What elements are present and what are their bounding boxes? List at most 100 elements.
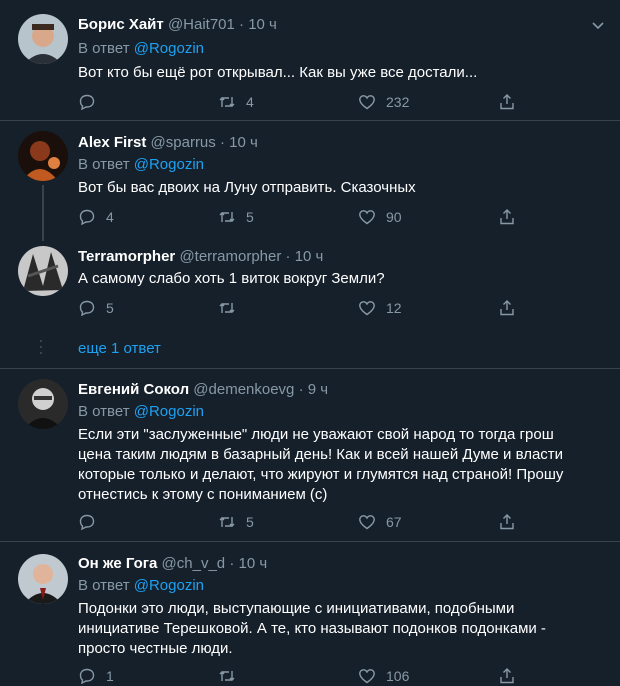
share-button[interactable] <box>498 92 526 112</box>
user-handle[interactable]: @ch_v_d <box>162 555 226 572</box>
tweet-5[interactable]: Он же Гога @ch_v_d · 10 ч В ответ @Rogoz… <box>0 542 620 685</box>
reply-count: 1 <box>106 668 114 684</box>
like-button[interactable]: 12 <box>358 298 402 318</box>
like-button[interactable]: 90 <box>358 207 402 227</box>
retweet-count: 5 <box>246 514 254 530</box>
comment-bubble-icon <box>79 300 95 317</box>
retweet-icon <box>219 97 235 107</box>
user-handle[interactable]: @Hait701 <box>168 16 235 33</box>
timestamp[interactable]: · 10 ч <box>220 134 258 151</box>
avatar[interactable] <box>18 379 68 429</box>
share-icon <box>500 300 514 316</box>
tweet-3[interactable]: Terramorpher @terramorpher · 10 ч А само… <box>0 236 620 328</box>
tweet-actions: 1 106 <box>78 666 518 686</box>
like-count: 232 <box>386 94 410 110</box>
timestamp[interactable]: · 10 ч <box>229 555 267 572</box>
comment-bubble-icon <box>79 94 95 111</box>
reply-context: В ответ @Rogozin <box>78 156 204 173</box>
reply-button[interactable]: 4 <box>78 207 114 227</box>
comment-bubble-icon <box>79 668 95 685</box>
tweet-2[interactable]: Alex First @sparrus · 10 ч В ответ @Rogo… <box>0 121 620 241</box>
user-name[interactable]: Alex First <box>78 134 146 151</box>
reply-button[interactable] <box>78 92 106 112</box>
user-handle[interactable]: @sparrus <box>151 134 216 151</box>
like-button[interactable]: 232 <box>358 92 409 112</box>
user-name[interactable]: Он же Гога <box>78 555 157 572</box>
tweet-actions: 4 5 90 <box>78 207 518 227</box>
mention-link[interactable]: @Rogozin <box>134 40 204 57</box>
reply-prefix: В ответ <box>78 577 130 594</box>
comment-bubble-icon <box>79 209 95 226</box>
user-name[interactable]: Terramorpher <box>78 248 175 265</box>
like-count: 67 <box>386 514 402 530</box>
share-button[interactable] <box>498 298 526 318</box>
user-name[interactable]: Борис Хайт <box>78 16 164 33</box>
avatar[interactable] <box>18 14 68 64</box>
timestamp[interactable]: · 10 ч <box>239 16 277 33</box>
tweet-text: Вот кто бы ещё рот открывал... Как вы уж… <box>78 64 478 81</box>
retweet-icon <box>219 671 235 681</box>
retweet-button[interactable]: 5 <box>218 207 254 227</box>
like-count: 106 <box>386 668 410 684</box>
tweet-header: Terramorpher @terramorpher · 10 ч <box>78 248 323 265</box>
heart-icon <box>359 95 375 110</box>
share-icon <box>500 209 514 225</box>
reply-context: В ответ @Rogozin <box>78 403 204 420</box>
retweet-icon <box>219 303 235 313</box>
tweet-text: Если эти "заслуженные" люди не уважают с… <box>78 426 564 503</box>
share-button[interactable] <box>498 512 526 532</box>
tweet-actions: 5 12 <box>78 298 518 318</box>
heart-icon <box>359 669 375 684</box>
show-more-replies-link[interactable]: еще 1 ответ <box>78 340 161 357</box>
thread-line <box>42 185 44 241</box>
retweet-button[interactable]: 4 <box>218 92 254 112</box>
like-count: 90 <box>386 209 402 225</box>
reply-button[interactable]: 5 <box>78 298 114 318</box>
reply-button[interactable]: 1 <box>78 666 114 686</box>
heart-icon <box>359 301 375 316</box>
retweet-button[interactable] <box>218 298 246 318</box>
mention-link[interactable]: @Rogozin <box>134 403 204 420</box>
share-button[interactable] <box>498 666 526 686</box>
retweet-count: 4 <box>246 94 254 110</box>
thread-dots <box>40 336 43 358</box>
comment-bubble-icon <box>79 514 95 531</box>
tweet-1[interactable]: Борис Хайт @Hait701 · 10 ч В ответ @Rogo… <box>0 0 620 120</box>
retweet-button[interactable]: 5 <box>218 512 254 532</box>
reply-count: 5 <box>106 300 114 316</box>
avatar[interactable] <box>18 131 68 181</box>
reply-button[interactable] <box>78 512 106 532</box>
timestamp[interactable]: · 10 ч <box>286 248 324 265</box>
user-handle[interactable]: @demenkoevg <box>193 381 294 398</box>
timestamp[interactable]: · 9 ч <box>299 381 329 398</box>
user-name[interactable]: Евгений Сокол <box>78 381 189 398</box>
heart-icon <box>359 515 375 530</box>
share-icon <box>500 94 514 110</box>
tweet-4[interactable]: Евгений Сокол @demenkoevg · 9 ч В ответ … <box>0 369 620 541</box>
share-icon <box>500 668 514 684</box>
avatar[interactable] <box>18 246 68 296</box>
like-button[interactable]: 67 <box>358 512 402 532</box>
tweet-header: Борис Хайт @Hait701 · 10 ч <box>78 16 277 33</box>
mention-link[interactable]: @Rogozin <box>134 156 204 173</box>
reply-context: В ответ @Rogozin <box>78 40 204 57</box>
tweet-actions: 4 232 <box>78 92 518 112</box>
tweet-actions: 5 67 <box>78 512 518 532</box>
reply-prefix: В ответ <box>78 40 130 57</box>
reply-count: 4 <box>106 209 114 225</box>
tweet-text: А самому слабо хоть 1 виток вокруг Земли… <box>78 270 385 287</box>
tweet-text: Вот бы вас двоих на Луну отправить. Сказ… <box>78 179 416 196</box>
user-handle[interactable]: @terramorpher <box>179 248 281 265</box>
tweet-text: Подонки это люди, выступающие с инициати… <box>78 600 546 657</box>
tweet-header: Он же Гога @ch_v_d · 10 ч <box>78 555 267 572</box>
heart-icon <box>359 210 375 225</box>
avatar[interactable] <box>18 554 68 604</box>
like-count: 12 <box>386 300 402 316</box>
reply-context: В ответ @Rogozin <box>78 577 204 594</box>
like-button[interactable]: 106 <box>358 666 409 686</box>
mention-link[interactable]: @Rogozin <box>134 577 204 594</box>
retweet-icon <box>219 212 235 222</box>
retweet-button[interactable] <box>218 666 246 686</box>
chevron-down-icon[interactable] <box>592 20 604 32</box>
share-button[interactable] <box>498 207 526 227</box>
